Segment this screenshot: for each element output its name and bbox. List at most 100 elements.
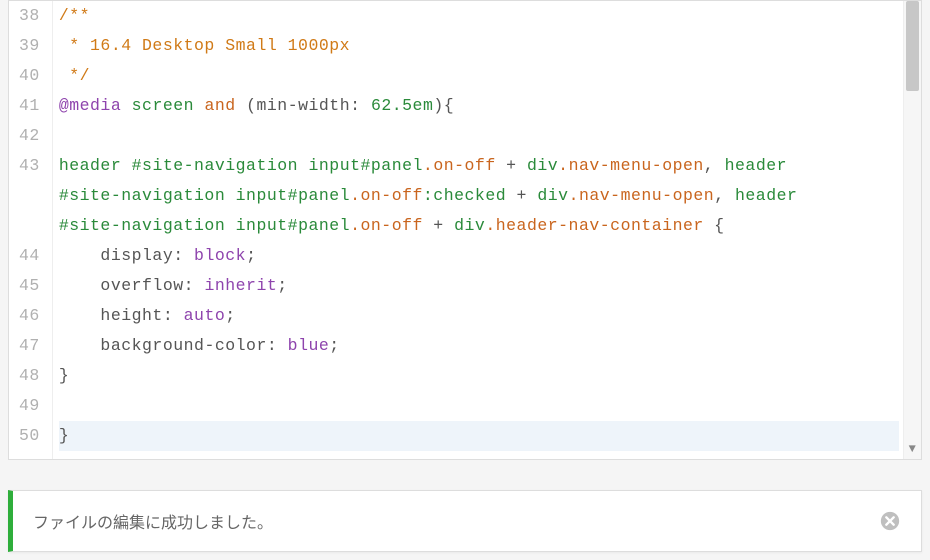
- notice-message: ファイルの編集に成功しました。: [33, 509, 273, 533]
- token: overflow: [100, 276, 183, 295]
- token: [236, 96, 246, 115]
- token: +: [496, 156, 527, 175]
- code-line[interactable]: */: [59, 61, 899, 91]
- token: [194, 96, 204, 115]
- code-line[interactable]: }: [59, 361, 899, 391]
- line-number: 44: [19, 241, 40, 271]
- token: ;: [246, 246, 256, 265]
- line-number: 47: [19, 331, 40, 361]
- token: /**: [59, 6, 90, 25]
- code-line[interactable]: [59, 391, 899, 421]
- token: screen: [132, 96, 194, 115]
- token: and: [204, 96, 235, 115]
- line-number: 49: [19, 391, 40, 421]
- scrollbar-arrow-down-icon[interactable]: ▼: [904, 443, 921, 455]
- token: div: [454, 216, 485, 235]
- token: 62.5em: [371, 96, 433, 115]
- token: block: [194, 246, 246, 265]
- code-line[interactable]: overflow: inherit;: [59, 271, 899, 301]
- token: [59, 246, 101, 265]
- token: :: [267, 336, 288, 355]
- code-line[interactable]: background-color: blue;: [59, 331, 899, 361]
- code-line[interactable]: height: auto;: [59, 301, 899, 331]
- token: auto: [184, 306, 226, 325]
- token: #site-navigation: [132, 156, 298, 175]
- token: header: [735, 186, 797, 205]
- code-line[interactable]: #site-navigation input#panel.on-off:chec…: [59, 181, 899, 211]
- close-icon: [879, 510, 901, 532]
- token: #panel: [288, 186, 350, 205]
- line-number-continuation: [19, 181, 40, 211]
- token: div: [527, 156, 558, 175]
- token: header: [59, 156, 121, 175]
- code-content[interactable]: /** * 16.4 Desktop Small 1000px */ @media…: [53, 1, 903, 459]
- token: {: [444, 96, 454, 115]
- code-line[interactable]: [59, 121, 899, 151]
- scrollbar-thumb[interactable]: [906, 1, 919, 91]
- token: @media: [59, 96, 121, 115]
- code-editor: 383940414243 44454647484950 /** * 16.4 D…: [8, 0, 922, 460]
- vertical-scrollbar[interactable]: ▼: [903, 1, 921, 459]
- code-line[interactable]: * 16.4 Desktop Small 1000px: [59, 31, 899, 61]
- line-number: 40: [19, 61, 40, 91]
- token: (: [246, 96, 256, 115]
- line-number: 41: [19, 91, 40, 121]
- code-line[interactable]: display: block;: [59, 241, 899, 271]
- line-number: 48: [19, 361, 40, 391]
- token: #panel: [288, 216, 350, 235]
- token: display: [100, 246, 173, 265]
- token: {: [704, 216, 725, 235]
- code-line[interactable]: header #site-navigation input#panel.on-o…: [59, 151, 899, 181]
- token: */: [59, 66, 90, 85]
- token: .nav-menu-open: [569, 186, 715, 205]
- token: }: [59, 366, 69, 385]
- token: }: [59, 426, 69, 445]
- code-line[interactable]: /**: [59, 1, 899, 31]
- token: .on-off: [423, 156, 496, 175]
- token: [59, 336, 101, 355]
- code-area: 383940414243 44454647484950 /** * 16.4 D…: [9, 1, 921, 459]
- token: :: [163, 306, 184, 325]
- token: .on-off: [350, 216, 423, 235]
- line-number: 43: [19, 151, 40, 181]
- dismiss-button[interactable]: [879, 510, 901, 532]
- line-number-continuation: [19, 211, 40, 241]
- line-number: 46: [19, 301, 40, 331]
- line-number: 42: [19, 121, 40, 151]
- token: ,: [704, 156, 725, 175]
- token: * 16.4 Desktop Small 1000px: [59, 36, 350, 55]
- token: :checked: [423, 186, 506, 205]
- token: [121, 96, 131, 115]
- token: height: [100, 306, 162, 325]
- token: ;: [329, 336, 339, 355]
- token: #site-navigation: [59, 186, 225, 205]
- token: [59, 276, 101, 295]
- token: #site-navigation: [59, 216, 225, 235]
- token: [298, 156, 308, 175]
- token: min-width: [257, 96, 351, 115]
- token: div: [537, 186, 568, 205]
- token: +: [423, 216, 454, 235]
- line-number: 38: [19, 1, 40, 31]
- token: [59, 306, 101, 325]
- token: .nav-menu-open: [558, 156, 704, 175]
- token: input: [308, 156, 360, 175]
- token: ,: [714, 186, 735, 205]
- token: [225, 216, 235, 235]
- token: [225, 186, 235, 205]
- token: inherit: [204, 276, 277, 295]
- token: background-color: [100, 336, 266, 355]
- token: input: [236, 216, 288, 235]
- token: ;: [277, 276, 287, 295]
- token: #panel: [361, 156, 423, 175]
- code-line[interactable]: @media screen and (min-width: 62.5em){: [59, 91, 899, 121]
- token: [121, 156, 131, 175]
- token: .header-nav-container: [485, 216, 703, 235]
- token: ): [433, 96, 443, 115]
- token: ;: [225, 306, 235, 325]
- token: [797, 186, 807, 205]
- token: header: [725, 156, 787, 175]
- token: :: [184, 276, 205, 295]
- code-line[interactable]: }: [59, 421, 899, 451]
- code-line[interactable]: #site-navigation input#panel.on-off + di…: [59, 211, 899, 241]
